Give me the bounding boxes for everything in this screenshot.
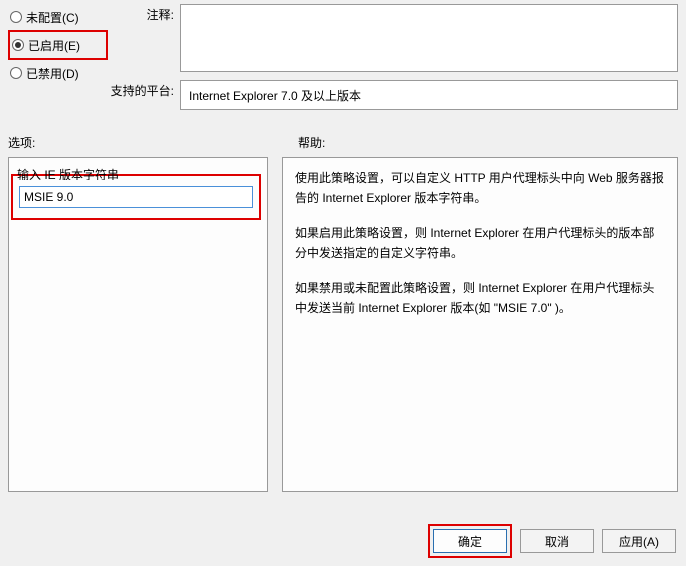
options-label: 选项:: [8, 134, 298, 151]
input-highlight: [11, 174, 261, 220]
radio-disabled[interactable]: 已禁用(D): [8, 60, 108, 86]
radio-label: 已启用(E): [28, 37, 80, 54]
dialog-buttons: 确定 取消 应用(A): [428, 524, 676, 558]
options-panel: 输入 IE 版本字符串: [8, 157, 268, 492]
radio-icon: [10, 11, 22, 23]
help-label: 帮助:: [298, 134, 325, 151]
radio-icon: [10, 67, 22, 79]
help-panel: 使用此策略设置，可以自定义 HTTP 用户代理标头中向 Web 服务器报告的 I…: [282, 157, 678, 492]
platform-value: Internet Explorer 7.0 及以上版本: [180, 80, 678, 110]
radio-icon: [12, 39, 24, 51]
platform-text: Internet Explorer 7.0 及以上版本: [189, 87, 361, 104]
radio-not-configured[interactable]: 未配置(C): [8, 4, 108, 30]
help-paragraph: 使用此策略设置，可以自定义 HTTP 用户代理标头中向 Web 服务器报告的 I…: [295, 168, 665, 209]
config-radio-group: 未配置(C) 已启用(E) 已禁用(D): [8, 2, 108, 110]
help-paragraph: 如果启用此策略设置，则 Internet Explorer 在用户代理标头的版本…: [295, 223, 665, 264]
comment-label: 注释:: [108, 4, 180, 23]
ok-button[interactable]: 确定: [433, 529, 507, 553]
cancel-button[interactable]: 取消: [520, 529, 594, 553]
radio-label: 未配置(C): [26, 9, 79, 26]
enabled-highlight: 已启用(E): [8, 30, 108, 60]
radio-label: 已禁用(D): [26, 65, 79, 82]
apply-button[interactable]: 应用(A): [602, 529, 676, 553]
platform-label: 支持的平台:: [108, 80, 180, 99]
ie-version-input[interactable]: [19, 186, 253, 208]
help-paragraph: 如果禁用或未配置此策略设置，则 Internet Explorer 在用户代理标…: [295, 278, 665, 319]
radio-enabled[interactable]: 已启用(E): [10, 32, 106, 58]
comment-textarea[interactable]: [180, 4, 678, 72]
ok-highlight: 确定: [428, 524, 512, 558]
